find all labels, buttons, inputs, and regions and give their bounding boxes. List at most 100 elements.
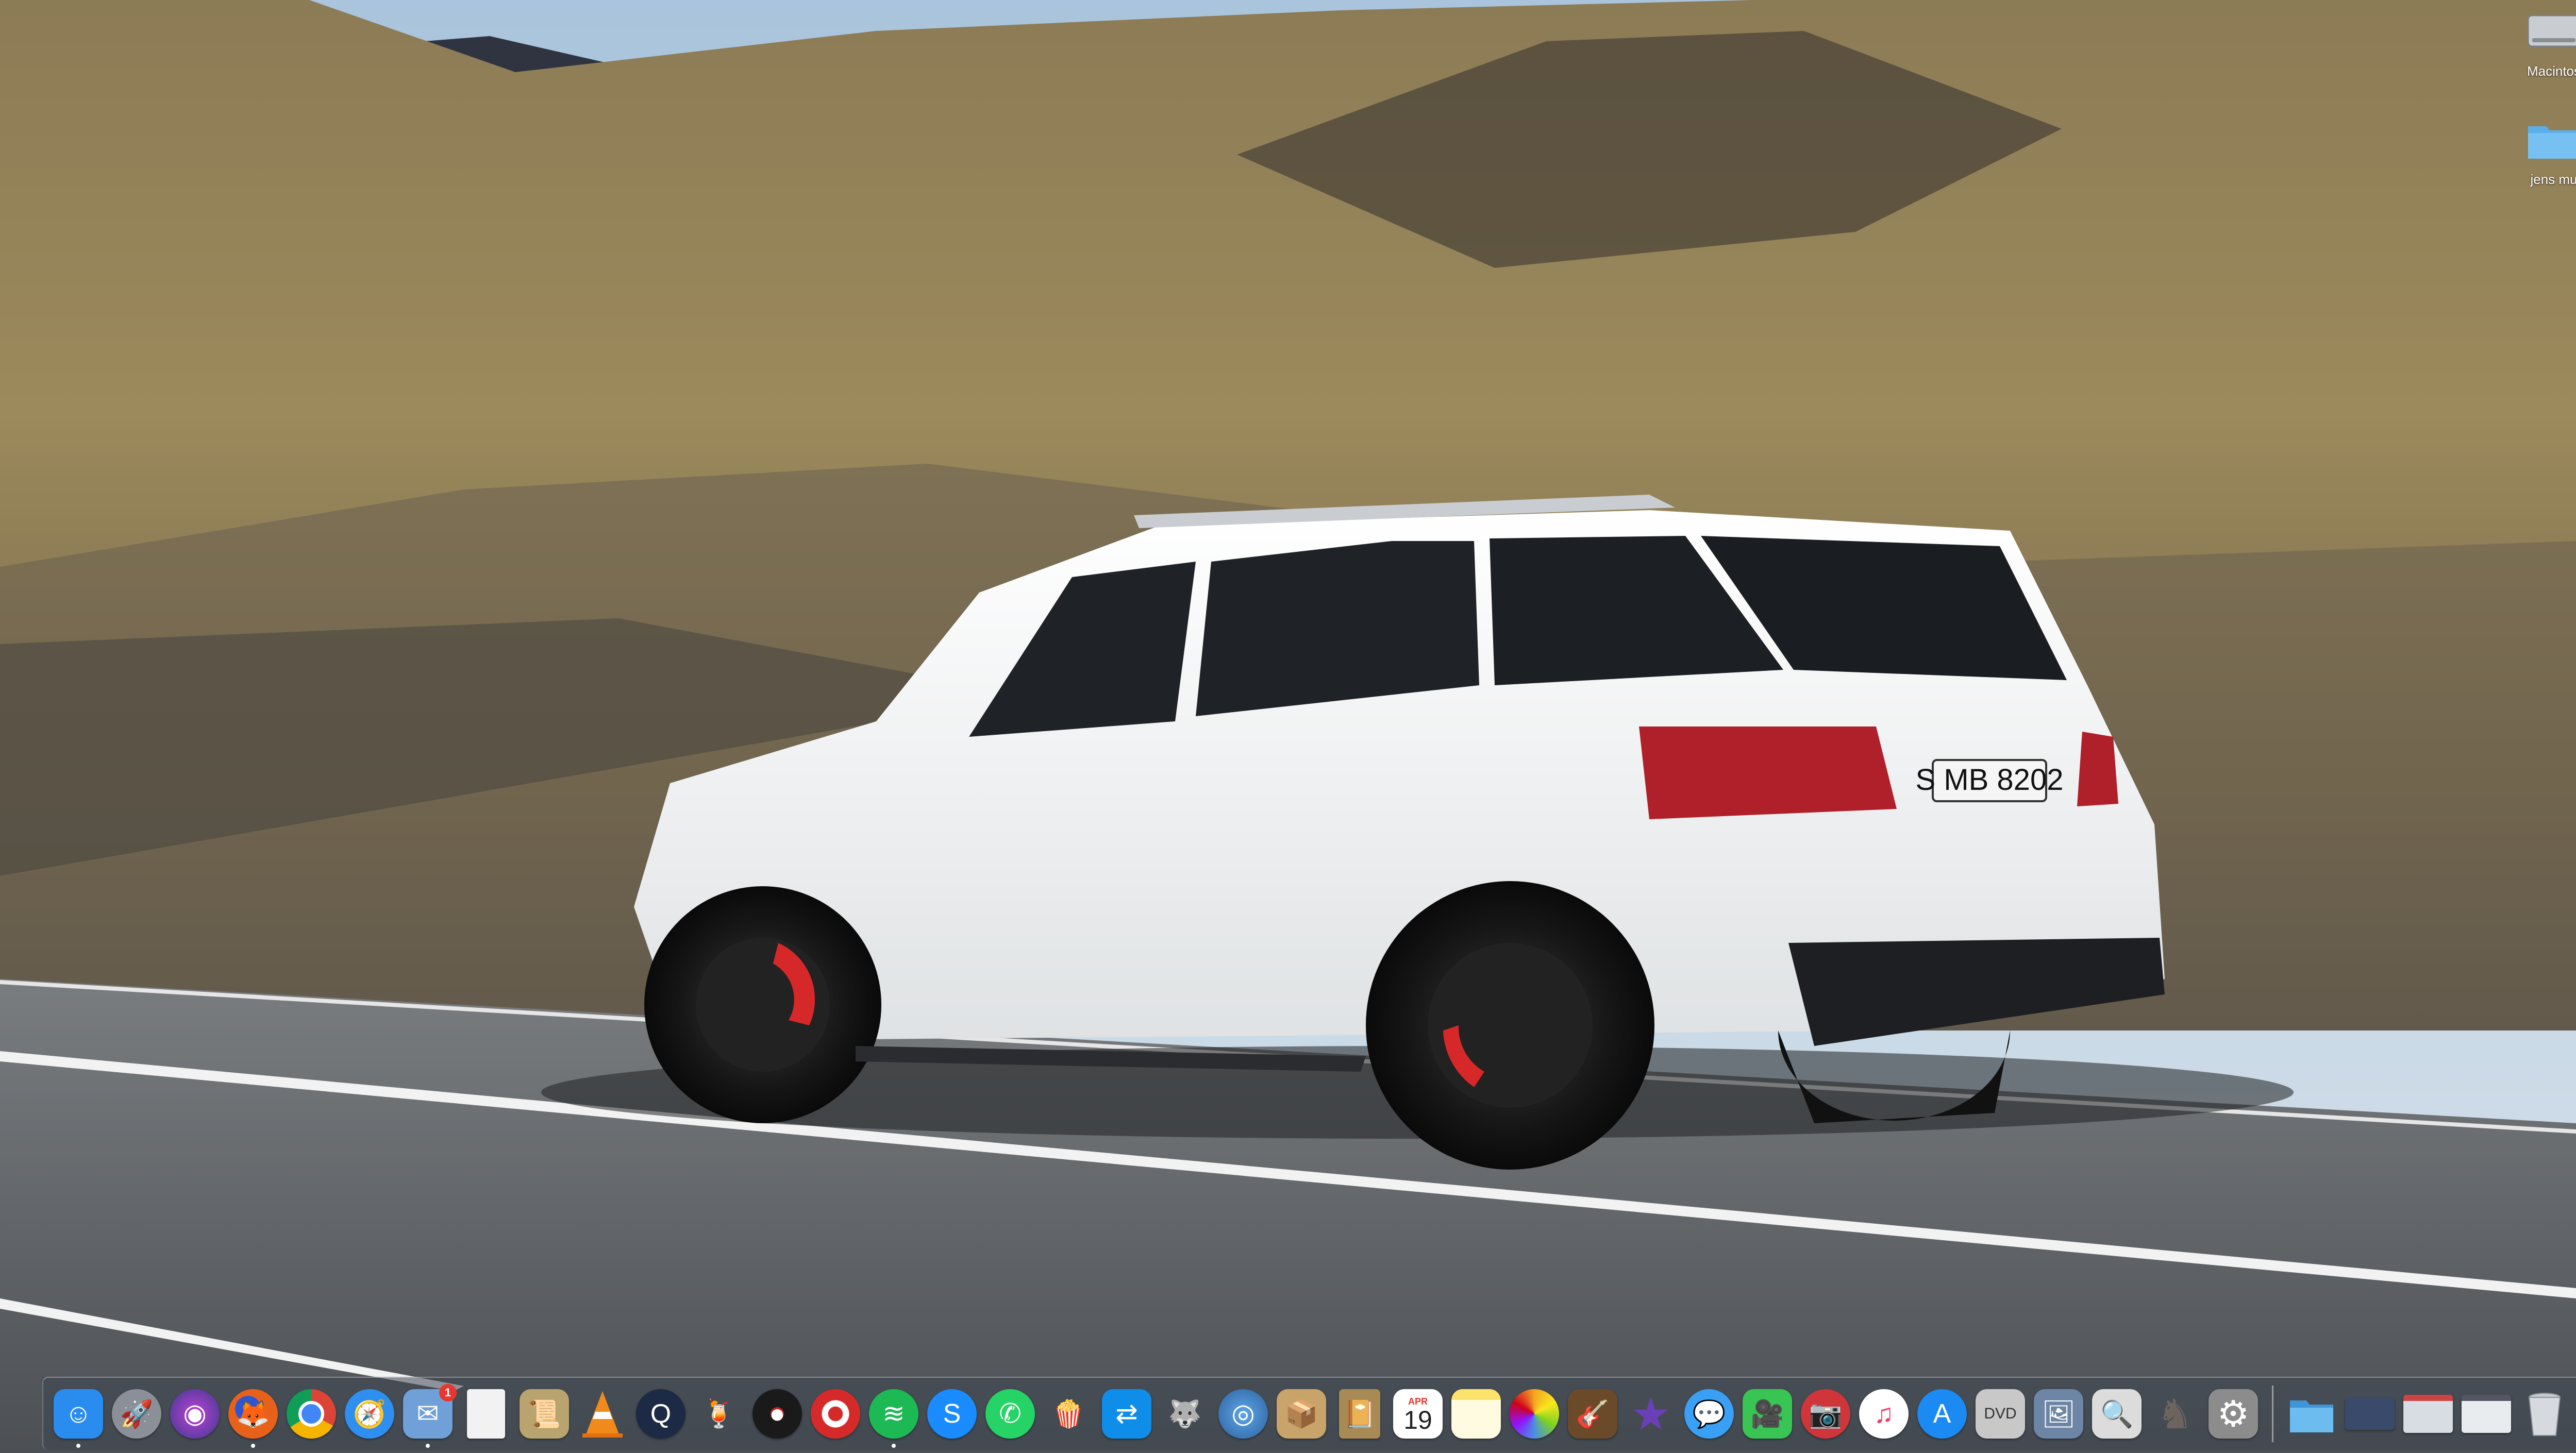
running-indicator — [251, 1444, 255, 1448]
screenshot-icon — [2345, 1398, 2395, 1430]
dock-app-quicktime[interactable]: Q — [635, 1388, 687, 1440]
dock-app-vlc[interactable] — [577, 1388, 628, 1440]
script-icon: 📜 — [520, 1389, 569, 1439]
notebook-icon: 📔 — [1339, 1389, 1380, 1439]
license-plate: S MB 8202 — [1916, 763, 2064, 797]
traffic-cone-shape — [582, 1391, 623, 1438]
running-indicator — [76, 1444, 80, 1448]
calendar-month: APR — [1408, 1396, 1428, 1407]
desktop: S MB 8202 Macintos jens mu ☺ 🚀 ◉ 🦊 🧭 ✉ 1… — [0, 0, 2576, 1453]
dock-app-notes[interactable] — [1450, 1388, 1502, 1440]
desktop-icon-hard-drive[interactable]: Macintos — [2515, 5, 2576, 79]
running-indicator — [426, 1444, 430, 1448]
dock-stack-folder[interactable] — [2286, 1388, 2337, 1440]
dock-app-gimp[interactable]: 🐺 — [1159, 1388, 1211, 1440]
desktop-icon-label: jens mu — [2530, 172, 2576, 187]
dock-app-firefox[interactable]: 🦊 — [227, 1388, 279, 1448]
dock-app-siri[interactable]: ◉ — [169, 1388, 221, 1440]
dock-stack-screenshot-1[interactable] — [2344, 1388, 2396, 1440]
dock-app-vinyl[interactable]: ● — [751, 1388, 803, 1440]
dock-app-whatsapp[interactable]: ✆ — [984, 1388, 1036, 1440]
popcorn-icon: 🍿 — [1051, 1399, 1085, 1429]
traffic-cone-icon — [578, 1389, 627, 1439]
dock-app-dvd-player[interactable]: DVD — [1975, 1388, 2026, 1440]
preview-icon: 🔍 — [2092, 1389, 2142, 1439]
dock-app-document[interactable] — [460, 1388, 512, 1440]
dock: ☺ 🚀 ◉ 🦊 🧭 ✉ 1 📜 Q 🍹 ● ≋ S ✆ 🍿 ⇄ 🐺 ◎ 📦 📔 … — [42, 1377, 2576, 1450]
gear-icon: ⚙ — [2209, 1389, 2258, 1439]
dock-separator — [2272, 1386, 2273, 1442]
siri-icon: ◉ — [170, 1389, 220, 1439]
finder-icon: ☺ — [54, 1389, 103, 1439]
chrome-icon — [287, 1389, 336, 1439]
spotify-icon: ≋ — [869, 1389, 918, 1439]
dock-app-shazam[interactable]: S — [926, 1388, 978, 1440]
running-indicator — [892, 1444, 896, 1448]
box-icon: 📦 — [1277, 1389, 1326, 1439]
dock-app-itunes[interactable]: ♫ — [1858, 1388, 1910, 1440]
desktop-icon-label: Macintos — [2527, 63, 2576, 79]
vinyl-record-icon: ● — [752, 1389, 802, 1439]
dock-app-script-editor[interactable]: 📜 — [518, 1388, 570, 1440]
dock-app-preview[interactable]: 🔍 — [2091, 1388, 2143, 1440]
dock-app-imovie[interactable]: ★ — [1625, 1388, 1677, 1440]
dock-app-popcorn[interactable]: 🍿 — [1043, 1388, 1094, 1440]
dock-app-photo-booth[interactable]: 📷 — [1800, 1388, 1851, 1440]
facetime-icon: 🎥 — [1743, 1389, 1792, 1439]
dock-app-calendar[interactable]: APR 19 — [1392, 1388, 1444, 1440]
photos-icon — [1510, 1389, 1559, 1439]
dock-app-finder[interactable]: ☺ — [53, 1388, 104, 1448]
radar-icon: ◎ — [1218, 1389, 1268, 1439]
dock-app-cocktail[interactable]: 🍹 — [693, 1388, 745, 1440]
dock-app-network-radar[interactable]: ◎ — [1217, 1388, 1269, 1440]
screenshot-icon — [2462, 1395, 2511, 1433]
desktop-wallpaper: S MB 8202 — [0, 0, 2576, 1453]
dock-app-teamviewer[interactable]: ⇄ — [1101, 1388, 1152, 1440]
quicktime-icon: Q — [636, 1389, 685, 1439]
dock-app-photos[interactable] — [1509, 1388, 1560, 1440]
app-store-icon: A — [1917, 1389, 1967, 1439]
dock-app-messages[interactable]: 💬 — [1683, 1388, 1735, 1440]
dock-app-archive[interactable]: 📦 — [1276, 1388, 1327, 1440]
dock-stack-screenshot-2[interactable] — [2402, 1388, 2454, 1440]
folder-icon — [2290, 1400, 2333, 1432]
hard-drive-icon — [2527, 14, 2576, 47]
dock-app-chrome[interactable] — [286, 1388, 337, 1440]
rocket-icon: 🚀 — [112, 1389, 161, 1439]
dock-app-facetime[interactable]: 🎥 — [1742, 1388, 1793, 1440]
gimp-icon: 🐺 — [1168, 1399, 1202, 1429]
photo-booth-icon: 📷 — [1801, 1389, 1850, 1439]
dock-app-image-capture[interactable]: 🖼 — [2033, 1388, 2084, 1440]
dock-app-launchpad[interactable]: 🚀 — [111, 1388, 162, 1440]
cocktail-icon: 🍹 — [702, 1399, 736, 1429]
notification-badge: 1 — [439, 1384, 457, 1401]
dvd-icon: DVD — [1976, 1389, 2025, 1439]
dock-trash[interactable] — [2519, 1388, 2570, 1440]
whatsapp-icon: ✆ — [985, 1389, 1035, 1439]
firefox-icon: 🦊 — [228, 1389, 278, 1439]
dock-app-system-preferences[interactable]: ⚙ — [2207, 1388, 2259, 1440]
messages-icon: 💬 — [1684, 1389, 1734, 1439]
dock-app-safari[interactable]: 🧭 — [344, 1388, 395, 1440]
teamviewer-icon: ⇄ — [1102, 1389, 1151, 1439]
scanner-icon: 🖼 — [2034, 1389, 2083, 1439]
trash-icon — [2528, 1393, 2561, 1436]
dock-app-notebook[interactable]: 📔 — [1334, 1388, 1385, 1440]
dock-app-mail-stamp[interactable]: ✉ 1 — [402, 1384, 457, 1448]
star-icon: ★ — [1630, 1388, 1671, 1440]
target-icon — [811, 1389, 860, 1439]
notes-icon — [1451, 1389, 1501, 1439]
dock-stack-screenshot-3[interactable] — [2461, 1388, 2512, 1440]
desktop-icon-folder[interactable]: jens mu — [2515, 113, 2576, 188]
chess-icon: ♞ — [2156, 1391, 2194, 1437]
dock-app-spotify[interactable]: ≋ — [868, 1388, 919, 1448]
dock-app-app-store[interactable]: A — [1916, 1388, 1968, 1440]
blank-document-icon — [467, 1389, 505, 1439]
dock-app-target[interactable] — [810, 1388, 861, 1440]
music-note-icon: ♫ — [1859, 1389, 1909, 1439]
shazam-icon: S — [927, 1389, 977, 1439]
dock-app-garageband[interactable]: 🎸 — [1567, 1388, 1618, 1440]
dock-app-chess[interactable]: ♞ — [2149, 1388, 2201, 1440]
folder-icon — [2528, 126, 2576, 159]
calendar-day: 19 — [1403, 1406, 1432, 1434]
